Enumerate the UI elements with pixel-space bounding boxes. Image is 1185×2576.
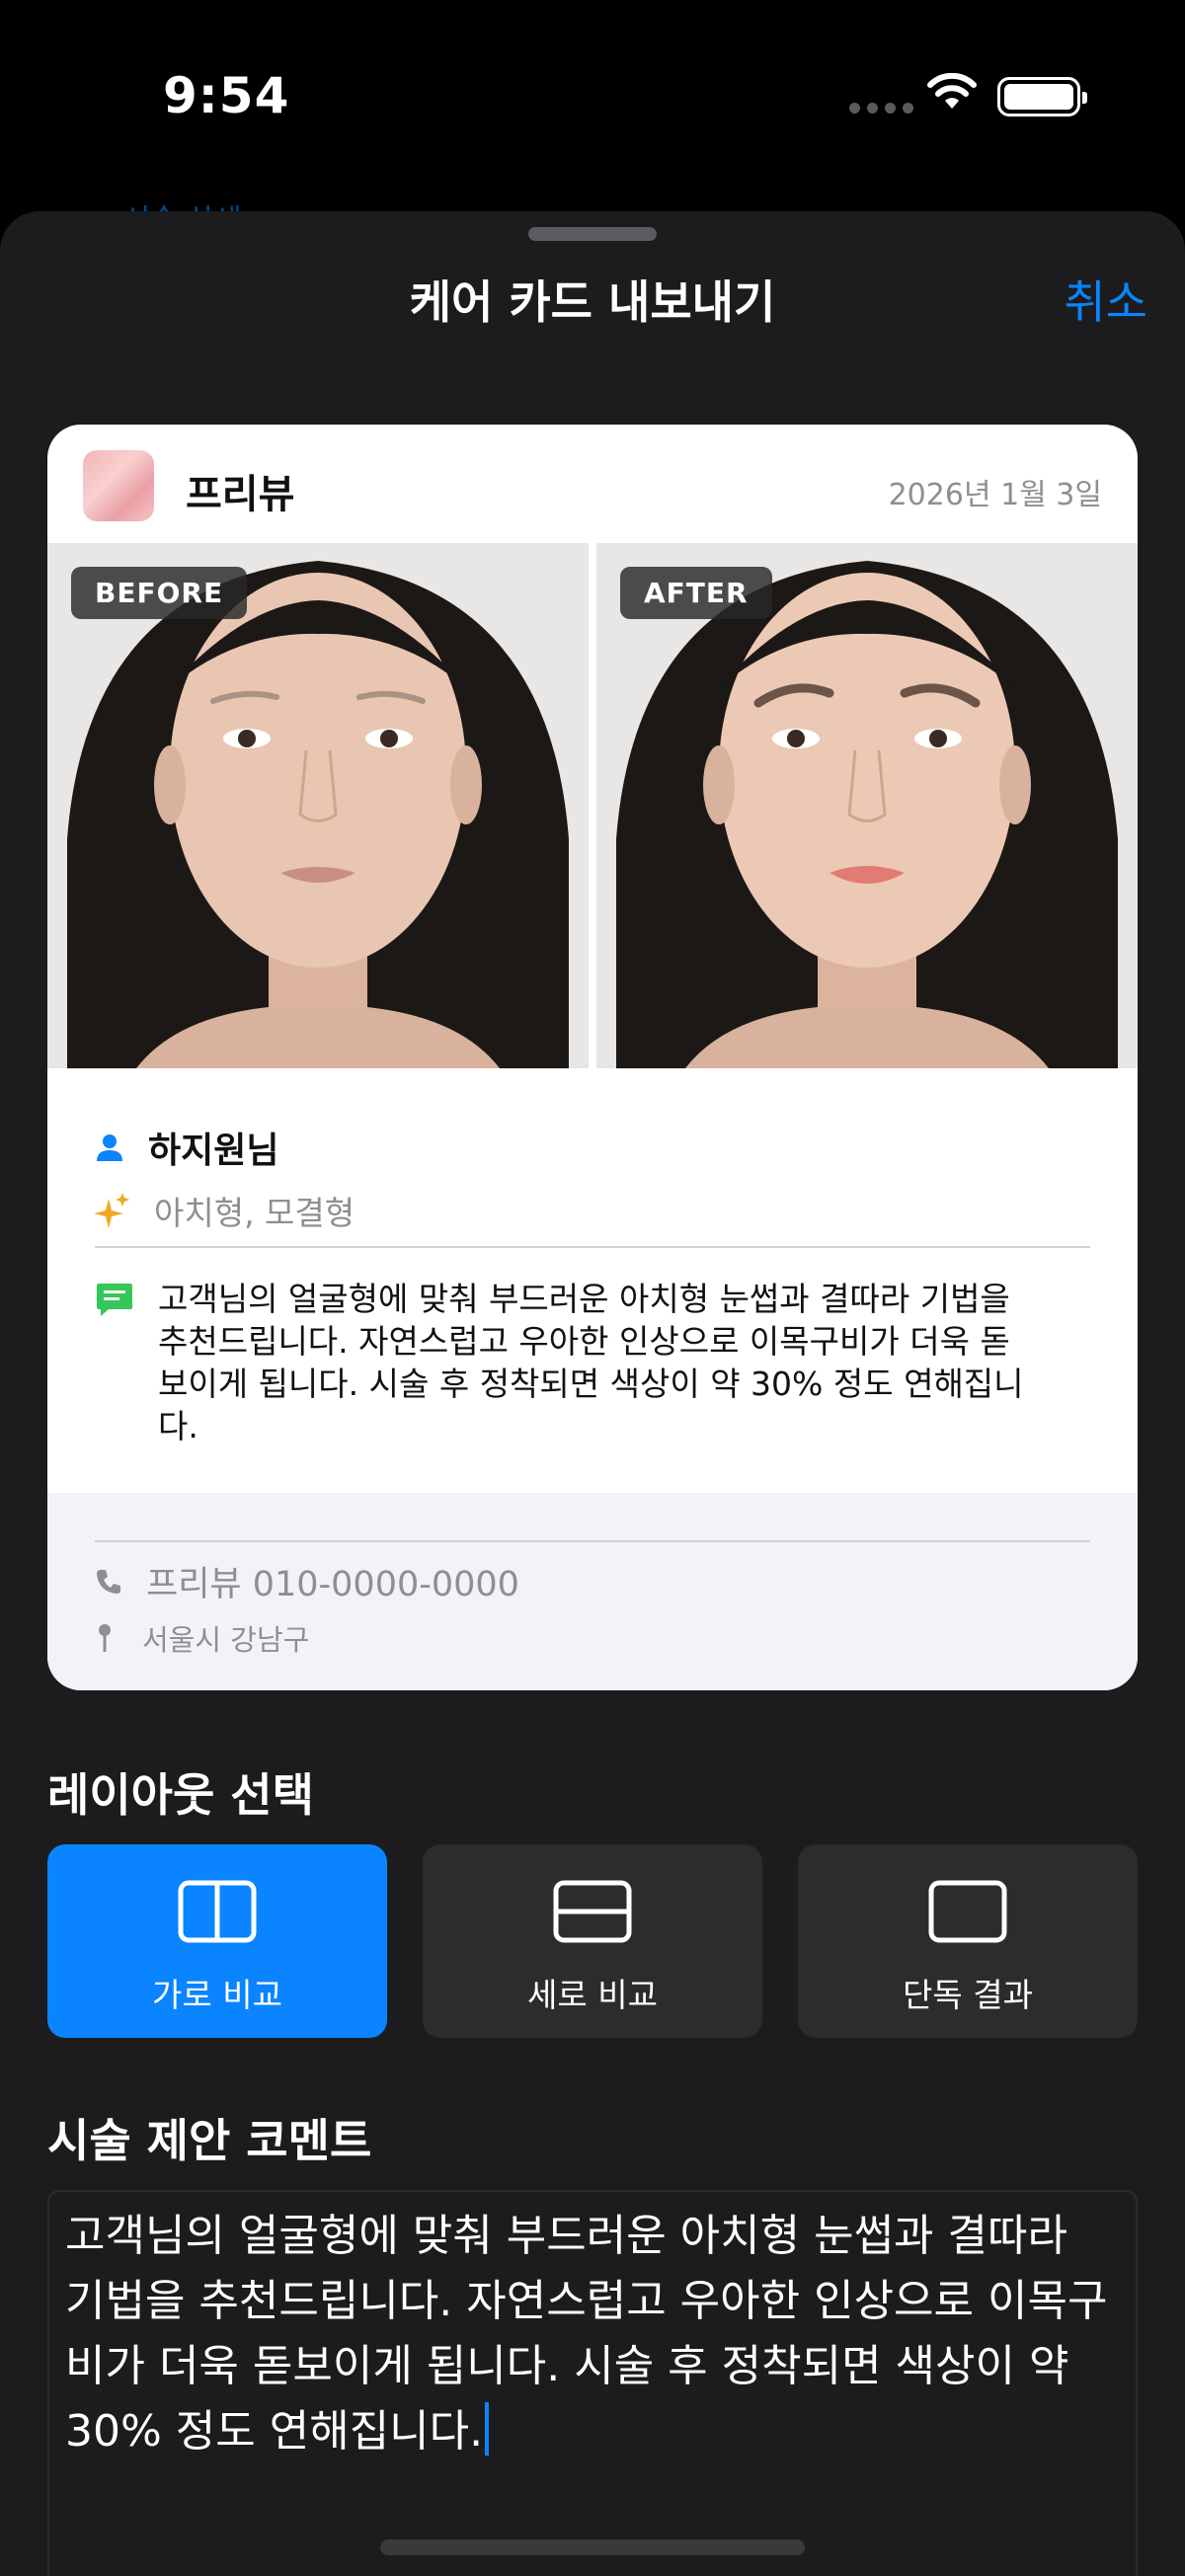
info-divider [95, 1246, 1090, 1248]
address-row: 서울시 강남구 [95, 1617, 309, 1659]
layout-options: 가로 비교 세로 비교 단독 결과 [47, 1844, 1138, 2038]
sheet-grabber[interactable] [528, 227, 657, 241]
single-frame-icon [928, 1880, 1007, 1943]
before-label: BEFORE [71, 567, 248, 619]
comment-row: 고객님의 얼굴형에 맞춰 부드러운 아치형 눈썹과 결따라 기법을 추천드립니다… [95, 1278, 1027, 1447]
customer-name: 하지원님 [148, 1131, 279, 1171]
face-illustration [47, 543, 589, 1068]
split-horizontal-icon [178, 1880, 257, 1943]
layout-option-single[interactable]: 단독 결과 [798, 1844, 1138, 2038]
card-date: 2026년 1월 3일 [888, 478, 1102, 512]
face-illustration [596, 543, 1138, 1068]
text-caret [485, 2402, 490, 2456]
footer-divider [95, 1540, 1090, 1542]
export-sheet: 케어 카드 내보내기 취소 프리뷰 2026년 1월 3일 BEFORE AFT… [0, 211, 1185, 2576]
care-card-preview: 프리뷰 2026년 1월 3일 BEFORE AFTER 하지원님 아치형, 모… [47, 425, 1138, 1690]
brand-name: 프리뷰 [186, 472, 295, 517]
split-vertical-icon [553, 1880, 632, 1943]
sheet-title: 케어 카드 내보내기 [409, 275, 776, 329]
layout-option-horizontal[interactable]: 가로 비교 [47, 1844, 387, 2038]
layout-option-label: 단독 결과 [903, 1976, 1033, 2014]
card-footer: 프리뷰 010-0000-0000 서울시 강남구 [47, 1493, 1138, 1690]
styles-row: 아치형, 모결형 [95, 1187, 355, 1234]
layout-option-vertical[interactable]: 세로 비교 [423, 1844, 762, 2038]
phone-row: 프리뷰 010-0000-0000 [95, 1556, 519, 1606]
layout-section-title: 레이아웃 선택 [47, 1768, 314, 1822]
before-photo: BEFORE [47, 543, 589, 1068]
styles-text: 아치형, 모결형 [154, 1194, 356, 1232]
layout-option-label: 세로 비교 [527, 1976, 658, 2014]
address-text: 서울시 강남구 [142, 1623, 310, 1657]
battery-icon [997, 77, 1087, 117]
card-comment: 고객님의 얼굴형에 맞춰 부드러운 아치형 눈썹과 결따라 기법을 추천드립니다… [158, 1280, 1024, 1445]
cancel-button[interactable]: 취소 [1064, 267, 1147, 332]
status-time: 9:54 [163, 67, 290, 124]
brand-logo [83, 450, 154, 521]
comment-value: 고객님의 얼굴형에 맞춰 부드러운 아치형 눈썹과 결따라 기법을 추천드립니다… [65, 2211, 1108, 2457]
comment-textarea[interactable]: 고객님의 얼굴형에 맞춰 부드러운 아치형 눈썹과 결따라 기법을 추천드립니다… [47, 2190, 1138, 2576]
card-header: 프리뷰 2026년 1월 3일 [47, 425, 1138, 543]
phone-number: 프리뷰 010-0000-0000 [146, 1565, 519, 1604]
customer-row: 하지원님 [95, 1122, 278, 1173]
person-icon [97, 1134, 122, 1161]
comment-input-text: 고객님의 얼굴형에 맞춰 부드러운 아치형 눈썹과 결따라 기법을 추천드립니다… [65, 2204, 1116, 2464]
pin-icon [99, 1624, 111, 1652]
phone-icon [97, 1569, 120, 1594]
cellular-signal-icon [849, 103, 913, 114]
layout-option-label: 가로 비교 [152, 1976, 282, 2014]
wifi-icon [927, 73, 977, 109]
comment-section-title: 시술 제안 코멘트 [47, 2114, 372, 2167]
after-photo: AFTER [596, 543, 1138, 1068]
home-indicator [380, 2539, 805, 2555]
after-label: AFTER [620, 567, 772, 619]
message-icon [97, 1284, 132, 1316]
status-bar: 9:54 [0, 0, 1185, 197]
sparkles-icon [95, 1193, 129, 1228]
